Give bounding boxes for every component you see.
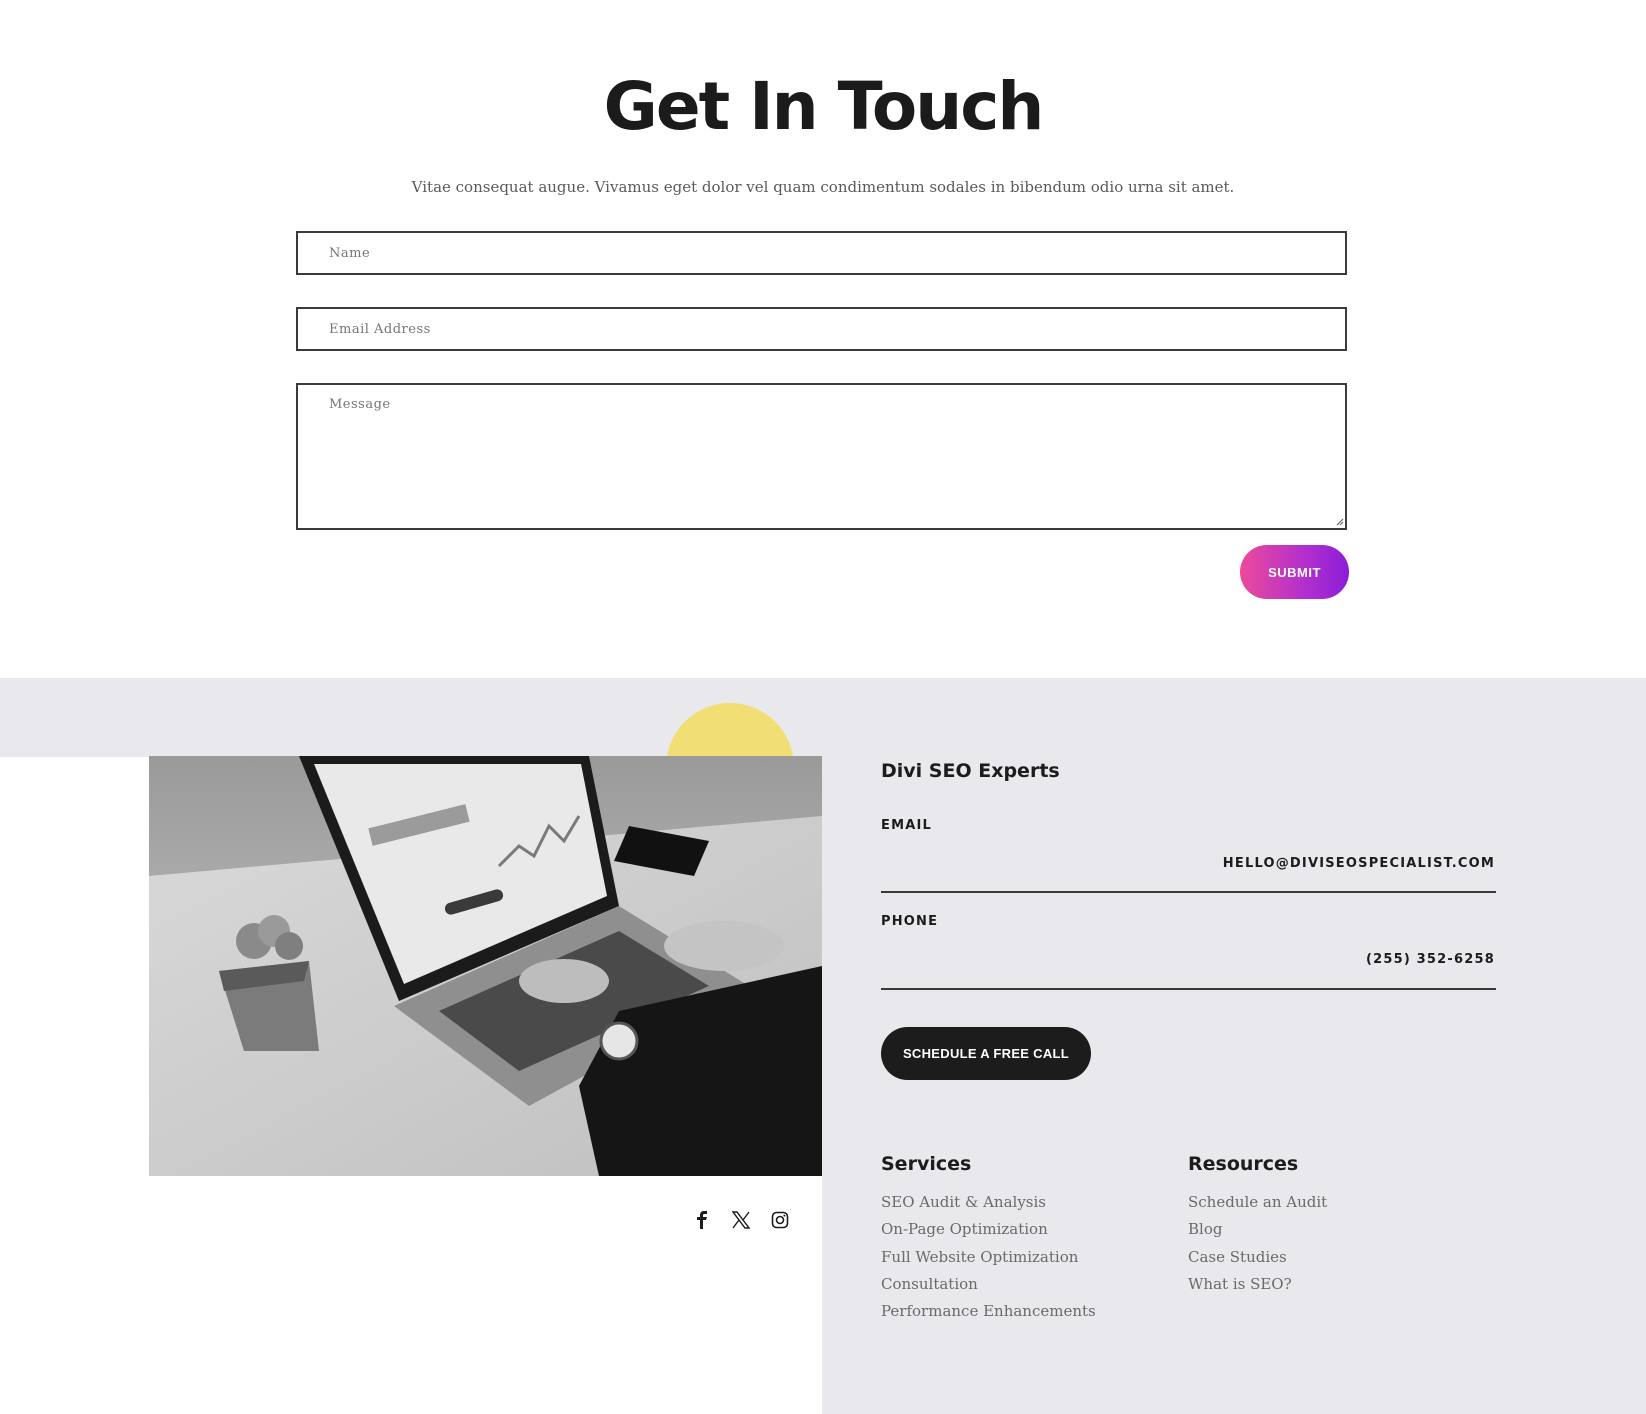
services-column: Services SEO Audit & Analysis On-Page Op… [881,1153,1096,1325]
resize-handle-icon[interactable] [1336,518,1344,526]
facebook-icon[interactable] [690,1207,714,1233]
service-link[interactable]: Full Website Optimization [881,1244,1096,1271]
service-link[interactable]: SEO Audit & Analysis [881,1189,1096,1216]
message-field[interactable] [296,383,1347,530]
service-link[interactable]: Performance Enhancements [881,1298,1096,1325]
resources-column: Resources Schedule an Audit Blog Case St… [1188,1153,1327,1298]
phone-link[interactable]: (255) 352-6258 [1366,952,1495,967]
services-title: Services [881,1153,972,1175]
resource-link[interactable]: Schedule an Audit [1188,1189,1327,1216]
name-field[interactable] [296,231,1347,275]
brand-name: Divi SEO Experts [881,760,1060,782]
divider [881,988,1496,990]
email-field[interactable] [296,307,1347,351]
phone-label: PHONE [881,914,939,929]
resources-list: Schedule an Audit Blog Case Studies What… [1188,1189,1327,1298]
page-title: Get In Touch [603,68,1045,145]
laptop-photo [149,756,822,1176]
social-links [690,1207,800,1237]
intro-text: Vitae consequat augue. Vivamus eget dolo… [411,178,1235,196]
resource-link[interactable]: Case Studies [1188,1244,1327,1271]
schedule-call-button[interactable]: SCHEDULE A FREE CALL [881,1027,1091,1080]
instagram-icon[interactable] [768,1207,792,1233]
resources-title: Resources [1188,1153,1299,1175]
email-label: EMAIL [881,818,932,833]
divider [881,891,1496,893]
services-list: SEO Audit & Analysis On-Page Optimizatio… [881,1189,1096,1325]
x-twitter-icon[interactable] [729,1207,753,1233]
service-link[interactable]: Consultation [881,1271,1096,1298]
email-link[interactable]: HELLO@DIVISEOSPECIALIST.COM [1223,856,1495,871]
submit-button[interactable]: SUBMIT [1240,545,1349,599]
resource-link[interactable]: Blog [1188,1216,1327,1243]
service-link[interactable]: On-Page Optimization [881,1216,1096,1243]
resource-link[interactable]: What is SEO? [1188,1271,1327,1298]
